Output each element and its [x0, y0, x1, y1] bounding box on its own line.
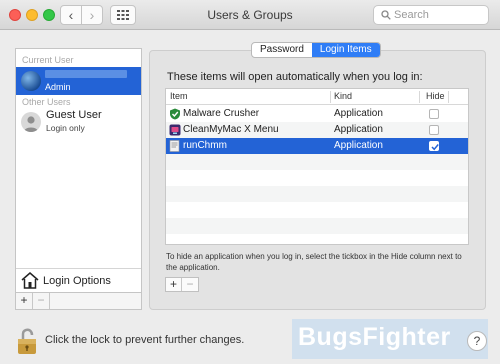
empty-row: [166, 170, 468, 186]
login-options-label: Login Options: [43, 275, 111, 287]
current-user-heading: Current User: [22, 55, 74, 65]
column-header-kind[interactable]: Kind: [334, 91, 352, 101]
title-bar: ‹ › Users & Groups: [0, 0, 500, 30]
shield-icon: [170, 108, 180, 120]
users-groups-window: ‹ › Users & Groups Current User: [0, 0, 500, 364]
sidebar-item-guest-user[interactable]: Guest User Login only: [16, 109, 141, 137]
empty-row: [166, 154, 468, 170]
cleanmymac-icon: [169, 124, 181, 136]
hide-checkbox[interactable]: [429, 141, 439, 151]
hide-checkbox[interactable]: [429, 125, 439, 135]
item-kind: Application: [334, 108, 383, 119]
watermark: BugsFighter: [292, 319, 488, 359]
search-input[interactable]: [394, 8, 484, 22]
item-kind: Application: [334, 140, 383, 151]
guest-user-status: Login only: [46, 123, 85, 133]
column-header-item[interactable]: Item: [170, 91, 188, 101]
column-divider: [419, 91, 420, 103]
table-row[interactable]: CleanMyMac X Menu Application: [166, 122, 468, 138]
column-divider: [330, 91, 331, 103]
plus-icon: +: [20, 293, 28, 307]
house-icon: [21, 272, 39, 289]
script-icon: [169, 140, 180, 152]
hide-checkbox[interactable]: [429, 109, 439, 119]
add-user-button[interactable]: +: [16, 293, 33, 309]
users-sidebar: Current User Admin Other Users Guest Use…: [15, 48, 142, 310]
search-icon: [381, 10, 391, 20]
help-button[interactable]: ?: [467, 331, 487, 351]
login-items-table: Item Kind Hide Malware Crusher Applicati…: [165, 88, 469, 245]
tab-login-items[interactable]: Login Items: [311, 43, 380, 57]
watermark-text: BugsFighter: [298, 323, 451, 351]
login-items-toolbar: + −: [165, 277, 199, 292]
other-users-heading: Other Users: [22, 97, 71, 107]
checkmark-icon: [431, 144, 439, 151]
table-row[interactable]: runChmm Application: [166, 138, 468, 154]
table-header: Item Kind Hide: [166, 89, 468, 105]
guest-user-icon: [21, 112, 41, 132]
login-items-intro: These items will open automatically when…: [167, 71, 423, 83]
item-name: runChmm: [183, 140, 227, 151]
search-field[interactable]: [373, 5, 489, 25]
guest-user-name: Guest User: [46, 109, 102, 121]
item-name: Malware Crusher: [183, 108, 260, 119]
remove-user-button[interactable]: −: [33, 293, 50, 309]
empty-row: [166, 202, 468, 218]
tab-password[interactable]: Password: [252, 43, 312, 57]
item-name: CleanMyMac X Menu: [183, 124, 279, 135]
table-row[interactable]: Malware Crusher Application: [166, 106, 468, 122]
empty-row: [166, 218, 468, 234]
add-login-item-button[interactable]: +: [166, 278, 182, 291]
login-options-item[interactable]: Login Options: [16, 268, 141, 292]
remove-login-item-button[interactable]: −: [182, 278, 198, 291]
column-header-hide[interactable]: Hide: [426, 91, 445, 101]
minus-icon: −: [37, 293, 45, 307]
avatar: [21, 71, 41, 91]
sidebar-toolbar: + −: [16, 292, 141, 309]
user-role: Admin: [45, 82, 71, 92]
lock-instructions: Click the lock to prevent further change…: [45, 334, 245, 346]
empty-row: [166, 186, 468, 202]
hide-hint-text: To hide an application when you log in, …: [166, 252, 462, 272]
item-kind: Application: [334, 124, 383, 135]
column-divider: [448, 91, 449, 103]
segmented-tabs: Password Login Items: [251, 42, 381, 58]
lock-icon[interactable]: [15, 327, 41, 357]
redacted-username: [45, 70, 127, 78]
plus-icon: +: [169, 277, 177, 291]
minus-icon: −: [186, 277, 194, 291]
sidebar-item-current-user[interactable]: Admin: [16, 67, 141, 95]
